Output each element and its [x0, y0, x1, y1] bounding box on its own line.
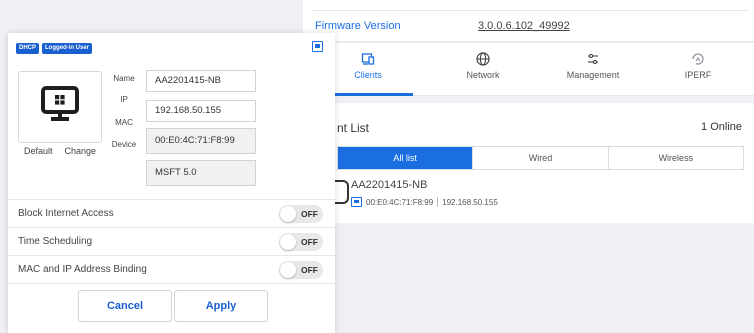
online-count-value: 1	[701, 121, 708, 133]
mac-ip-binding-row: MAC and IP Address Binding OFF	[8, 255, 335, 283]
iperf-icon	[692, 53, 704, 65]
tab-management[interactable]: Management	[543, 51, 643, 80]
devices-icon	[361, 53, 375, 65]
divider	[8, 283, 335, 284]
firmware-label: Firmware Version	[315, 20, 401, 32]
windows-icon	[312, 41, 323, 52]
mac-ip-binding-toggle[interactable]: OFF	[279, 261, 323, 279]
client-details: 00:E0:4C:71:F8:99 192.168.50.155	[351, 197, 498, 207]
client-list-title: nt List	[337, 121, 370, 135]
divider	[437, 197, 439, 207]
apply-button[interactable]: Apply	[174, 290, 268, 322]
windows-monitor-icon	[41, 86, 79, 121]
tab-clients-label: Clients	[354, 70, 382, 80]
time-scheduling-toggle[interactable]: OFF	[279, 233, 323, 251]
ip-label: IP	[120, 95, 128, 104]
client-list-card: nt List 1 Online All list Wired Wireless…	[303, 103, 754, 223]
block-internet-label: Block Internet Access	[18, 208, 114, 219]
client-edit-panel: DHCP Logged-in User Default Change Name …	[8, 33, 335, 333]
client-ip: 192.168.50.155	[442, 197, 498, 207]
tab-iperf-label: IPERF	[684, 70, 712, 80]
online-count-label: Online	[710, 121, 742, 133]
filter-wireless[interactable]: Wireless	[609, 147, 743, 169]
client-filter-segment: All list Wired Wireless	[337, 146, 744, 170]
client-device-icon[interactable]	[333, 180, 349, 204]
device-icon-box[interactable]	[18, 71, 102, 143]
client-mac: 00:E0:4C:71:F8:99	[366, 197, 434, 207]
tab-iperf[interactable]: IPERF	[648, 51, 748, 80]
toggle-state: OFF	[301, 209, 318, 219]
tab-network-label: Network	[466, 70, 500, 80]
time-scheduling-label: Time Scheduling	[18, 236, 93, 247]
name-field[interactable]: AA2201415-NB	[146, 70, 256, 92]
device-icon-caption: Default Change	[18, 146, 102, 156]
divider	[313, 10, 749, 11]
dhcp-badge: DHCP	[16, 43, 40, 54]
toggle-knob	[280, 206, 296, 222]
cancel-button[interactable]: Cancel	[78, 290, 172, 322]
ip-field[interactable]: 192.168.50.155	[146, 100, 256, 122]
name-label: Name	[113, 74, 135, 83]
firmware-version-link[interactable]: 3.0.0.6.102_49992	[478, 20, 570, 32]
device-field: MSFT 5.0	[146, 160, 256, 186]
tab-management-label: Management	[566, 70, 620, 80]
client-name[interactable]: AA2201415-NB	[351, 179, 427, 191]
tab-bar: Clients Network Management IPERF	[303, 43, 754, 96]
firmware-card: Firmware Version 3.0.0.6.102_49992	[303, 0, 754, 42]
filter-all[interactable]: All list	[338, 147, 474, 169]
online-count: 1 Online	[701, 121, 742, 133]
device-label: Device	[111, 140, 137, 149]
globe-icon	[476, 52, 490, 66]
filter-wired[interactable]: Wired	[473, 147, 609, 169]
active-tab-indicator	[323, 93, 413, 96]
client-badges: DHCP Logged-in User	[16, 43, 93, 54]
logged-in-badge: Logged-in User	[42, 43, 93, 54]
windows-icon	[351, 197, 362, 207]
change-icon-link[interactable]: Change	[64, 146, 96, 156]
tab-network[interactable]: Network	[433, 51, 533, 80]
time-scheduling-row: Time Scheduling OFF	[8, 227, 335, 255]
mac-label: MAC	[115, 118, 133, 127]
toggle-state: OFF	[301, 237, 318, 247]
toggle-state: OFF	[301, 265, 318, 275]
mac-field: 00:E0:4C:71:F8:99	[146, 128, 256, 154]
toggle-knob	[280, 234, 296, 250]
toggle-knob	[280, 262, 296, 278]
mac-ip-binding-label: MAC and IP Address Binding	[18, 264, 147, 275]
block-internet-row: Block Internet Access OFF	[8, 199, 335, 227]
sliders-icon	[588, 53, 598, 65]
block-internet-toggle[interactable]: OFF	[279, 205, 323, 223]
default-icon-link[interactable]: Default	[24, 146, 53, 156]
